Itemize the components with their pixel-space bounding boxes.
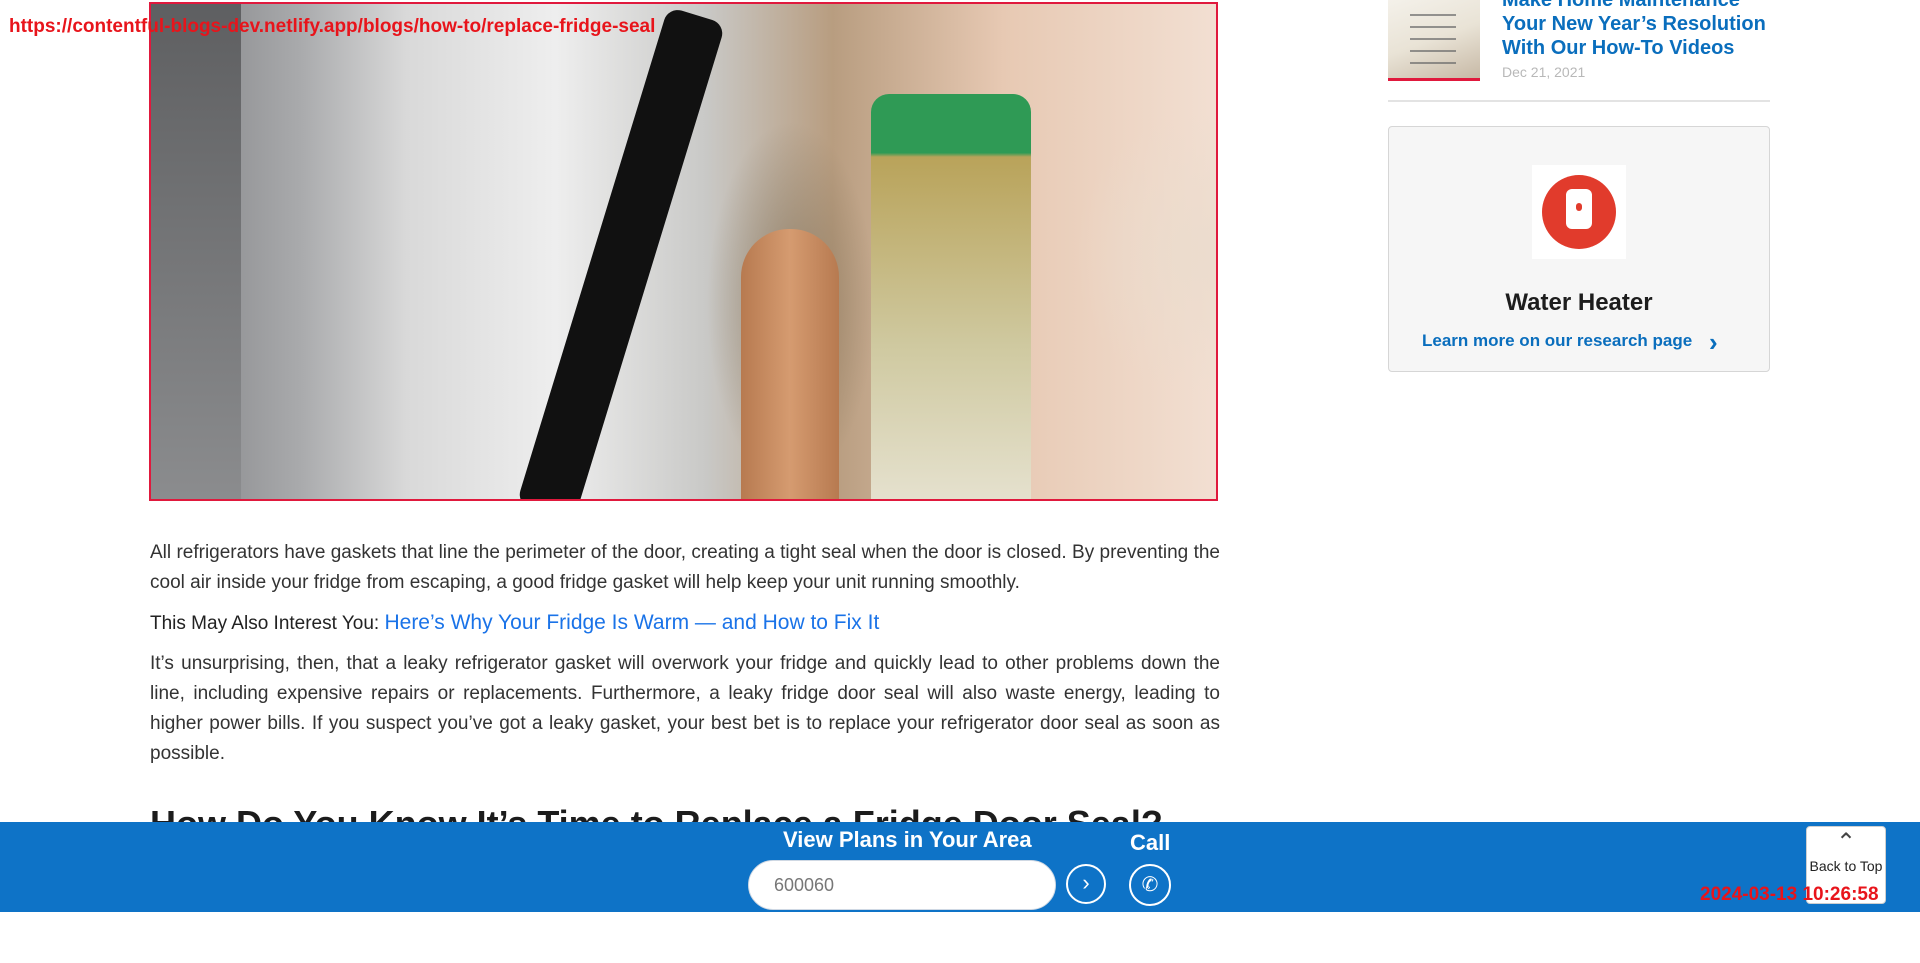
chevron-up-icon: ⌃ <box>1835 829 1857 856</box>
phone-icon: ✆ <box>1141 874 1159 896</box>
research-card: Water Heater Learn more on our research … <box>1388 126 1770 372</box>
related-post-title[interactable]: Make Home Maintenance Your New Year’s Re… <box>1502 0 1772 60</box>
call-label: Call <box>1130 830 1171 855</box>
gasket-shape <box>516 6 726 499</box>
chevron-right-icon: › <box>1082 870 1090 895</box>
url-overlay: https://contentful-blogs-dev.netlify.app… <box>9 16 656 37</box>
water-heater-icon <box>1542 175 1616 249</box>
related-post-date: Dec 21, 2021 <box>1502 64 1586 80</box>
view-plans-bar: View Plans in Your Area › Call ✆ <box>0 822 1920 912</box>
view-plans-title: View Plans in Your Area <box>783 827 1032 852</box>
finger-shape <box>741 229 839 499</box>
call-button[interactable]: ✆ <box>1129 864 1171 906</box>
card-title: Water Heater <box>1505 289 1653 316</box>
also-interest-link[interactable]: Here’s Why Your Fridge Is Warm — and How… <box>384 611 879 634</box>
search-plans-button[interactable]: › <box>1066 864 1106 904</box>
timestamp-overlay: 2024-03-13 10:26:58 <box>1700 884 1879 905</box>
jar-shape <box>871 94 1031 499</box>
chevron-right-icon[interactable]: › <box>1709 327 1718 358</box>
zip-code-input[interactable] <box>748 860 1056 910</box>
also-interest-label: This May Also Interest You: <box>150 613 385 634</box>
card-icon-container <box>1532 165 1626 259</box>
fridge-frame-shape <box>151 4 241 499</box>
article-paragraph: It’s unsurprising, then, that a leaky re… <box>150 653 1220 764</box>
back-to-top-label: Back to Top <box>1809 858 1883 874</box>
article-paragraph: All refrigerators have gaskets that line… <box>150 542 1220 593</box>
related-post-thumbnail[interactable] <box>1388 0 1480 81</box>
related-post[interactable]: Make Home Maintenance Your New Year’s Re… <box>1388 0 1770 102</box>
also-interest-line: This May Also Interest You: Here’s Why Y… <box>150 608 1220 639</box>
article-hero-image <box>149 2 1218 501</box>
research-page-link[interactable]: Learn more on our research page <box>1422 331 1692 351</box>
article-body: All refrigerators have gaskets that line… <box>150 538 1220 769</box>
